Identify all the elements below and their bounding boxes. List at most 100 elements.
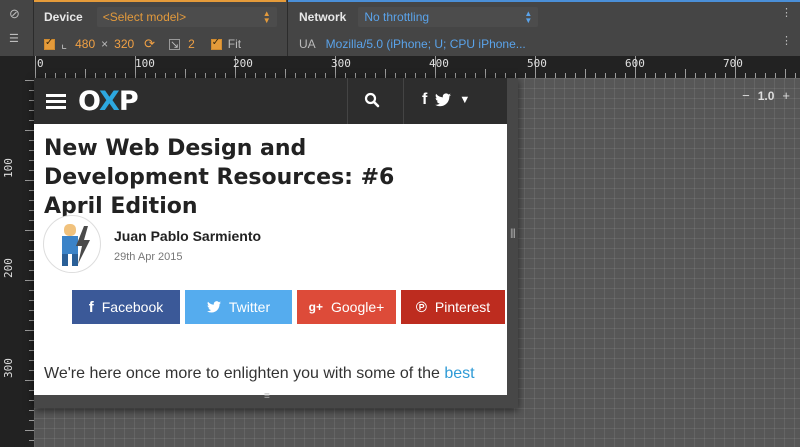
zoom-out-button[interactable]: −	[742, 88, 750, 103]
ruler-label: 200	[2, 258, 15, 278]
dimension-separator: ×	[101, 37, 109, 51]
share-google-label: Google+	[331, 299, 385, 315]
share-twitter-label: Twitter	[228, 299, 271, 315]
ruler-tick	[785, 69, 786, 78]
ruler-tick	[25, 380, 34, 381]
device-frame: OXP f ▼ New Web Design and Development R…	[34, 78, 518, 408]
settings-sliders-icon[interactable]: ☰	[9, 32, 19, 45]
site-logo[interactable]: OXP	[78, 85, 139, 117]
user-agent-field[interactable]: Mozilla/5.0 (iPhone; U; CPU iPhone...	[326, 37, 526, 51]
ruler-tick	[25, 280, 34, 281]
header-divider	[347, 78, 348, 124]
toolbar-accent-line	[34, 0, 800, 2]
ruler-corner	[0, 56, 34, 78]
share-pinterest-button[interactable]: ℗ Pinterest	[401, 290, 505, 324]
horizontal-ruler: 0 100 200 300 400 500 600 700	[34, 56, 800, 78]
model-select-value: <Select model>	[102, 10, 187, 24]
share-pinterest-label: Pinterest	[434, 299, 491, 315]
ruler-label: 700	[723, 57, 743, 70]
share-google-button[interactable]: g+ Google+	[297, 290, 396, 324]
ruler-tick	[185, 69, 186, 78]
dropdown-caret-icon: ▼	[459, 94, 471, 106]
excerpt-text: We're here once more to enlighten you wi…	[44, 365, 445, 382]
zoom-in-button[interactable]: +	[782, 88, 790, 103]
ruler-label: 0	[37, 57, 44, 70]
ruler-tick	[685, 69, 686, 78]
toolbar-divider	[287, 0, 288, 56]
share-facebook-button[interactable]: f Facebook	[72, 290, 180, 324]
device-label: Device	[44, 10, 83, 24]
ruler-tick	[485, 69, 486, 78]
share-facebook-label: Facebook	[101, 299, 164, 315]
ruler-tick	[25, 330, 34, 331]
share-buttons: f Facebook Twitter g+ Google+ ℗ Pinteres…	[72, 290, 505, 324]
ruler-label: 400	[429, 57, 449, 70]
author-name[interactable]: Juan Pablo Sarmiento	[114, 228, 261, 244]
logo-o: O	[78, 85, 100, 117]
zoom-control: − 1.0 +	[742, 88, 790, 103]
logo-x: X	[99, 85, 120, 117]
width-field[interactable]: 480	[75, 37, 95, 51]
twitter-icon	[206, 301, 221, 313]
post-date: 29th Apr 2015	[114, 251, 183, 263]
ruler-tick	[25, 80, 34, 81]
device-pixel-ratio-icon: ↘	[169, 38, 181, 51]
social-menu[interactable]: f ▼	[422, 91, 470, 109]
ruler-tick	[25, 180, 34, 181]
vertical-ruler: 100 200 300	[0, 78, 34, 447]
network-label: Network	[299, 10, 347, 24]
device-viewport: OXP f ▼ New Web Design and Development R…	[34, 78, 507, 395]
network-select[interactable]: No throttling ▲ ▼	[358, 7, 539, 27]
ruler-tick	[35, 56, 36, 78]
ruler-label: 300	[2, 358, 15, 378]
ruler-tick	[385, 69, 386, 78]
facebook-icon: f	[422, 91, 428, 108]
excerpt-link[interactable]: best	[444, 365, 474, 382]
resize-corner-icon: ⌞	[61, 36, 68, 51]
hamburger-menu-icon[interactable]	[46, 91, 66, 112]
post-title[interactable]: New Web Design and Development Resources…	[44, 134, 454, 221]
ruler-label: 300	[331, 57, 351, 70]
device-mode-toolbar: ⊘ ☰ Device <Select model> ▲▼ ⌞ 480 × 320…	[0, 0, 800, 56]
right-resize-handle[interactable]: |||	[507, 78, 518, 395]
search-icon[interactable]	[364, 92, 380, 108]
header-divider	[403, 78, 404, 124]
share-twitter-button[interactable]: Twitter	[185, 290, 292, 324]
ruler-label: 500	[527, 57, 547, 70]
more-options-icon[interactable]: ⋮	[781, 34, 792, 47]
ruler-label: 600	[625, 57, 645, 70]
network-select-value: No throttling	[364, 10, 430, 24]
select-arrows-icon: ▲ ▼	[262, 9, 271, 25]
ruler-label: 200	[233, 57, 253, 70]
zoom-value: 1.0	[757, 88, 775, 103]
ruler-tick	[585, 69, 586, 78]
ruler-tick	[25, 430, 34, 431]
twitter-icon	[435, 93, 452, 107]
bottom-resize-handle[interactable]: ≡	[34, 392, 518, 408]
select-arrows-icon: ▲ ▼	[524, 9, 533, 25]
site-header: OXP f ▼	[34, 78, 507, 124]
dock-icon[interactable]: ⋮	[781, 6, 792, 19]
fit-label: Fit	[227, 37, 242, 51]
ruler-label: 100	[135, 57, 155, 70]
no-entry-icon[interactable]: ⊘	[9, 6, 20, 22]
facebook-icon: f	[88, 298, 94, 316]
author-avatar[interactable]	[43, 215, 101, 273]
author-avatar-illustration	[48, 224, 90, 272]
height-field[interactable]: 320	[114, 37, 134, 51]
post-excerpt: We're here once more to enlighten you wi…	[44, 365, 475, 383]
ruler-label: 100	[2, 158, 15, 178]
ruler-tick	[285, 69, 286, 78]
toolbar-icon-column: ⊘ ☰	[0, 0, 34, 56]
google-plus-icon: g+	[308, 300, 323, 314]
rotate-icon[interactable]: ⟳	[144, 36, 155, 52]
pixel-ratio-field[interactable]: 2	[188, 37, 195, 51]
ruler-tick	[85, 69, 86, 78]
ruler-tick	[25, 230, 34, 231]
resolution-checkbox[interactable]	[44, 37, 55, 50]
pinterest-icon: ℗	[415, 298, 427, 316]
logo-p: P	[118, 85, 139, 117]
ua-label: UA	[299, 37, 316, 51]
model-select[interactable]: <Select model> ▲ ▼	[96, 7, 277, 27]
fit-checkbox[interactable]	[210, 37, 222, 50]
